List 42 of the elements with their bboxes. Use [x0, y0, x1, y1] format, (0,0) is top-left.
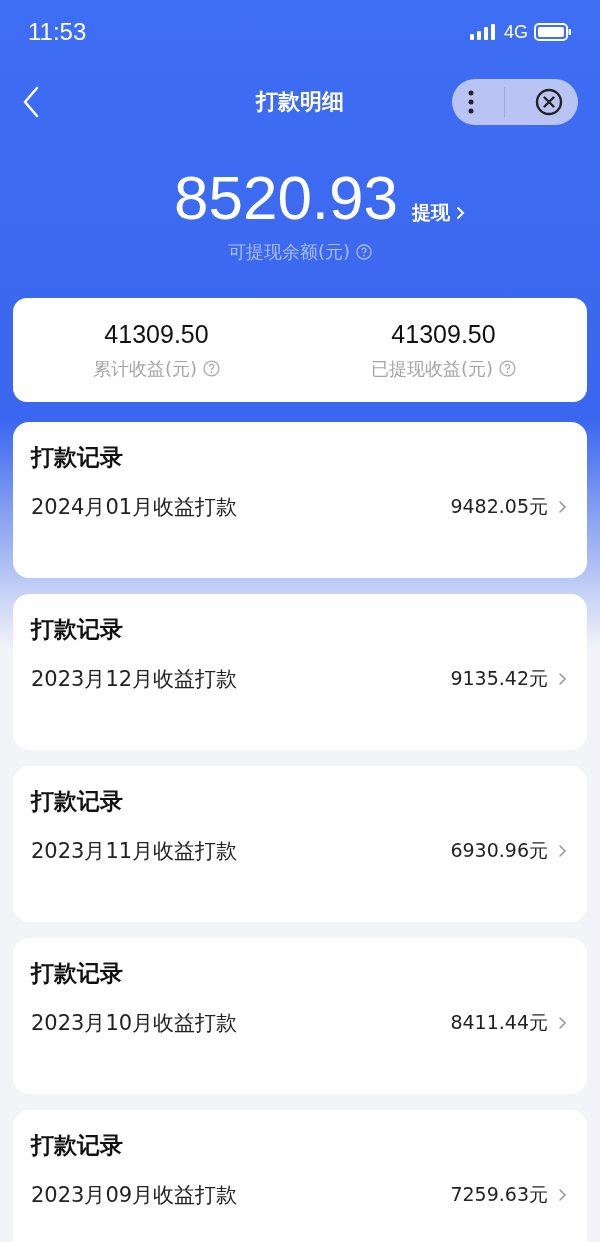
record-title: 打款记录: [31, 1132, 123, 1159]
record-card[interactable]: 打款记录 2023月12月收益打款 9135.42元: [13, 594, 587, 751]
balance-label: 可提现余额(元): [227, 240, 350, 265]
status-time: 11:53: [28, 18, 87, 46]
record-name: 2023月12月收益打款: [31, 666, 238, 694]
record-name: 2024月01月收益打款: [31, 494, 238, 522]
record-amount: 9482.05元: [450, 494, 548, 520]
record-card[interactable]: 打款记录 2023月11月收益打款 6930.96元: [13, 766, 587, 923]
record-card[interactable]: 打款记录 2024月01月收益打款 9482.05元: [13, 422, 587, 579]
help-icon[interactable]: [356, 244, 372, 261]
stat-label: 累计收益(元): [92, 356, 197, 381]
chevron-icon: [558, 1188, 567, 1203]
close-icon[interactable]: [535, 88, 564, 116]
back-icon[interactable]: [22, 86, 40, 118]
record-title: 打款记录: [31, 616, 123, 643]
record-title: 打款记录: [31, 788, 123, 815]
record-amount: 8411.44元: [450, 1010, 548, 1036]
record-card[interactable]: 打款记录 2023月09月收益打款 7259.63元: [13, 1110, 587, 1242]
chevron-icon: [558, 1016, 567, 1031]
record-title: 打款记录: [31, 444, 123, 471]
record-name: 2023月11月收益打款: [31, 838, 238, 866]
page-title: 打款明细: [256, 88, 344, 116]
chevron-icon: [456, 206, 467, 220]
signal-icon: [470, 24, 498, 40]
record-amount: 7259.63元: [450, 1182, 548, 1208]
record-amount: 6930.96元: [450, 838, 548, 864]
stat-label: 已提现收益(元): [370, 356, 493, 381]
stat-value: 41309.50: [391, 319, 496, 349]
chevron-icon: [558, 672, 567, 687]
more-icon[interactable]: [466, 90, 475, 114]
record-name: 2023月10月收益打款: [31, 1010, 238, 1038]
record-name: 2023月09月收益打款: [31, 1182, 238, 1210]
record-title: 打款记录: [31, 960, 123, 987]
chevron-icon: [558, 844, 567, 859]
balance-amount: 8520.93: [173, 164, 399, 233]
record-card[interactable]: 打款记录 2023月10月收益打款 8411.44元: [13, 938, 587, 1095]
network-label: 4G: [504, 21, 528, 43]
chevron-icon: [558, 500, 567, 515]
record-amount: 9135.42元: [450, 666, 548, 692]
stat-value: 41309.50: [104, 319, 209, 349]
withdraw-link[interactable]: 提现: [412, 200, 467, 226]
battery-icon: [534, 23, 572, 41]
